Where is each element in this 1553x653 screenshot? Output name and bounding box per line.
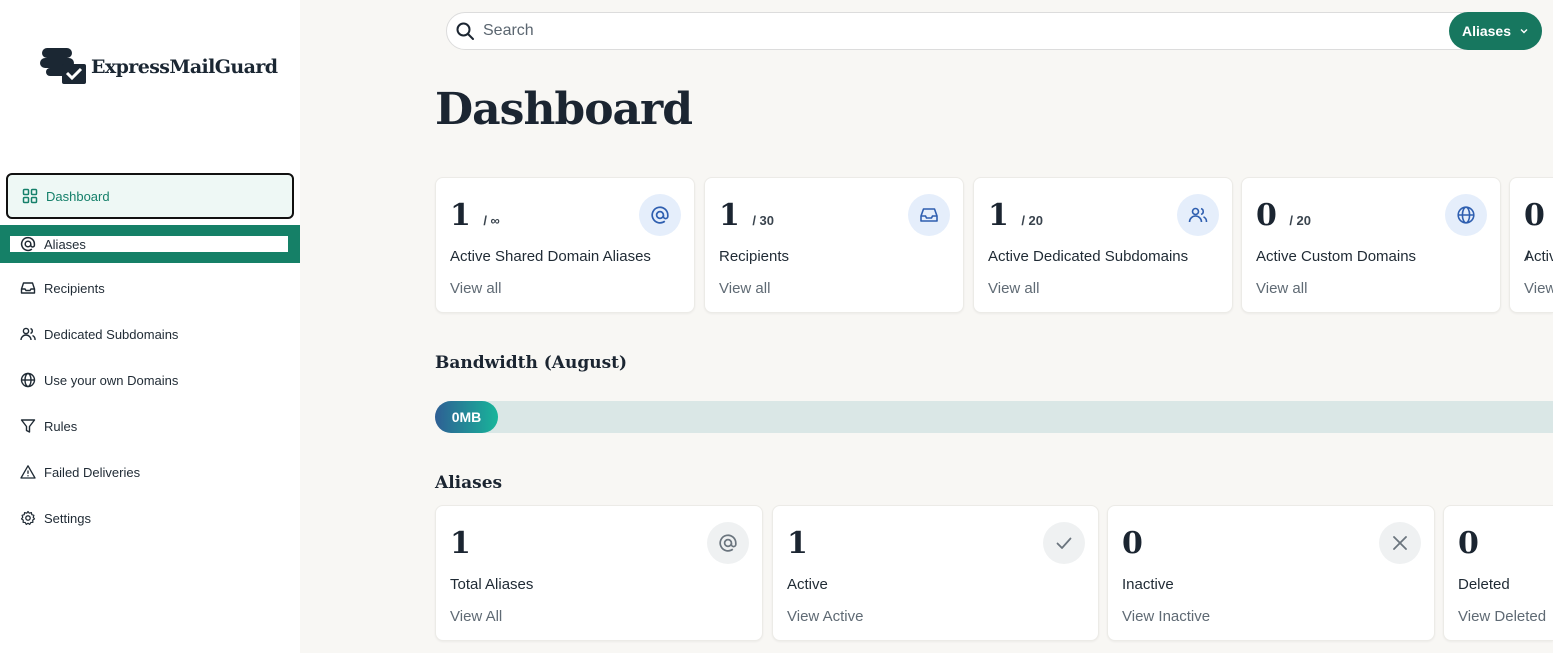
bandwidth-progress-bar: 0MB [435, 401, 1553, 433]
sidebar-item-label: Dashboard [46, 188, 110, 204]
bandwidth-title: Bandwidth (August) [435, 353, 628, 373]
search-bar: Aliases [446, 12, 1542, 50]
view-all-link[interactable]: View [1524, 280, 1553, 297]
sidebar-item-label: Use your own Domains [44, 372, 179, 388]
stat-count: 1 / 30 [719, 198, 775, 233]
stat-label: Active Dedicated Subdomains [988, 248, 1189, 265]
chevron-down-icon [1520, 29, 1528, 34]
sidebar-item-label: Rules [44, 418, 78, 434]
users-icon [20, 326, 36, 342]
at-icon [639, 194, 681, 236]
view-all-link[interactable]: View all [719, 280, 770, 297]
globe-icon [1445, 194, 1487, 236]
stat-count: 1 / ∞ [450, 198, 500, 233]
sidebar-item-label: Failed Deliveries [44, 464, 141, 480]
stat-card-dedicated-subdomains: 1 / 20 Active Dedicated Subdomains View … [973, 177, 1233, 313]
globe-icon [20, 372, 36, 388]
alias-count: 0 [1458, 526, 1479, 561]
stat-count: 0 / 20 [1256, 198, 1312, 233]
envelope-shield-icon [40, 48, 86, 84]
sidebar-item-dedicated-subdomains[interactable]: Dedicated Subdomains [0, 311, 300, 357]
sidebar-item-dashboard[interactable]: Dashboard [6, 173, 294, 219]
search-scope-dropdown[interactable]: Aliases [1449, 12, 1542, 50]
sidebar-item-label: Dedicated Subdomains [44, 326, 179, 342]
stat-label: Active Shared Domain Aliases [450, 248, 651, 265]
alias-card-active: 1 Active View Active [772, 505, 1099, 641]
alias-count: 0 [1122, 526, 1143, 561]
gear-icon [20, 510, 36, 526]
view-all-link[interactable]: View all [988, 280, 1039, 297]
bandwidth-progress-fill: 0MB [435, 401, 498, 433]
warning-icon [20, 464, 36, 480]
grid-icon [22, 188, 38, 204]
stat-label: Activ [1524, 248, 1553, 265]
at-icon [707, 522, 749, 564]
alias-label: Total Aliases [450, 576, 534, 593]
stat-card-recipients: 1 / 30 Recipients View all [704, 177, 964, 313]
stat-max: / 20 [1021, 213, 1044, 228]
alias-label: Inactive [1122, 576, 1174, 593]
sidebar-nav: Dashboard Aliases Recipients Dedicated S… [0, 173, 300, 541]
sidebar-item-label: Settings [44, 510, 91, 526]
sidebar-item-label: Aliases [44, 236, 86, 252]
sidebar-item-rules[interactable]: Rules [0, 403, 300, 449]
filter-icon [20, 418, 36, 434]
stat-label: Active Custom Domains [1256, 248, 1417, 265]
stat-label: Recipients [719, 248, 790, 265]
view-all-link[interactable]: View all [450, 280, 501, 297]
brand-logo[interactable]: ExpressMailGuard [40, 46, 278, 88]
stat-card-shared-aliases: 1 / ∞ Active Shared Domain Aliases View … [435, 177, 695, 313]
sidebar-item-failed-deliveries[interactable]: Failed Deliveries [0, 449, 300, 495]
search-scope-label: Aliases [1461, 23, 1512, 39]
check-icon [1043, 522, 1085, 564]
stat-count: 1 / 20 [988, 198, 1044, 233]
sidebar-item-recipients[interactable]: Recipients [0, 265, 300, 311]
stat-card-custom-domains: 0 / 20 Active Custom Domains View all [1241, 177, 1501, 313]
stat-max: / 30 [752, 213, 775, 228]
search-icon [456, 22, 474, 40]
aliases-section-title: Aliases [435, 473, 503, 493]
sidebar: ExpressMailGuard Dashboard Aliases Recip… [0, 0, 300, 653]
alias-card-total: 1 Total Aliases View All [435, 505, 763, 641]
view-all-aliases-link[interactable]: View All [450, 608, 502, 625]
inbox-icon [20, 280, 36, 296]
view-all-link[interactable]: View all [1256, 280, 1307, 297]
bandwidth-value: 0MB [451, 409, 482, 425]
view-inactive-link[interactable]: View Inactive [1122, 608, 1210, 625]
stat-max: / ∞ [483, 213, 500, 228]
search-input[interactable] [483, 22, 1383, 40]
alias-card-deleted: 0 Deleted View Deleted [1443, 505, 1553, 641]
sidebar-item-settings[interactable]: Settings [0, 495, 300, 541]
alias-count: 1 [787, 526, 808, 561]
stat-max: / 20 [1289, 213, 1312, 228]
close-icon [1379, 522, 1421, 564]
inbox-icon [908, 194, 950, 236]
sidebar-item-label: Recipients [44, 280, 105, 296]
alias-count: 1 [450, 526, 471, 561]
users-icon [1177, 194, 1219, 236]
brand-name: ExpressMailGuard [91, 56, 278, 78]
sidebar-item-aliases[interactable]: Aliases [0, 225, 300, 263]
alias-label: Deleted [1458, 576, 1510, 593]
view-deleted-link[interactable]: View Deleted [1458, 608, 1546, 625]
at-icon [20, 236, 36, 252]
page-title: Dashboard [435, 84, 693, 135]
view-active-link[interactable]: View Active [787, 608, 863, 625]
alias-label: Active [787, 576, 828, 593]
stat-card-partial: 0 / Activ View [1509, 177, 1553, 313]
sidebar-item-custom-domains[interactable]: Use your own Domains [0, 357, 300, 403]
alias-card-inactive: 0 Inactive View Inactive [1107, 505, 1435, 641]
